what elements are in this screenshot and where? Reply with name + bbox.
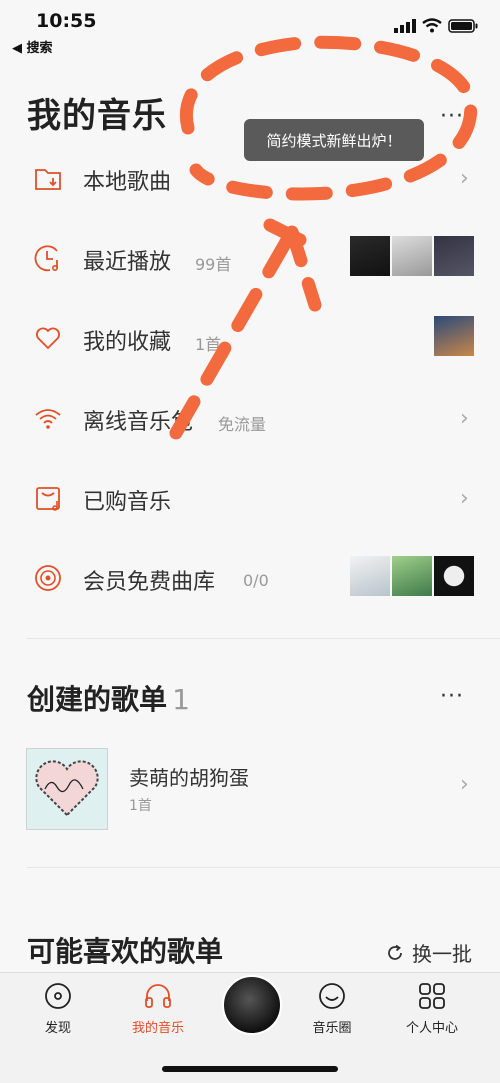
tab-profile[interactable]: 个人中心 [387,981,477,1036]
tab-label: 音乐圈 [312,1021,352,1036]
smile-icon [319,983,345,1009]
now-playing-album[interactable] [222,975,282,1035]
disc-icon [45,983,71,1009]
home-indicator [162,1066,338,1072]
annotation-overlay [169,35,478,440]
tab-music-circle[interactable]: 音乐圈 [287,981,377,1036]
tab-label: 个人中心 [405,1021,458,1036]
grid-icon [419,983,445,1009]
tab-label: 我的音乐 [131,1021,184,1036]
headphones-icon [145,984,171,1008]
tab-discover[interactable]: 发现 [13,981,103,1036]
tab-my-music[interactable]: 我的音乐 [113,981,203,1036]
tab-label: 发现 [44,1021,71,1036]
